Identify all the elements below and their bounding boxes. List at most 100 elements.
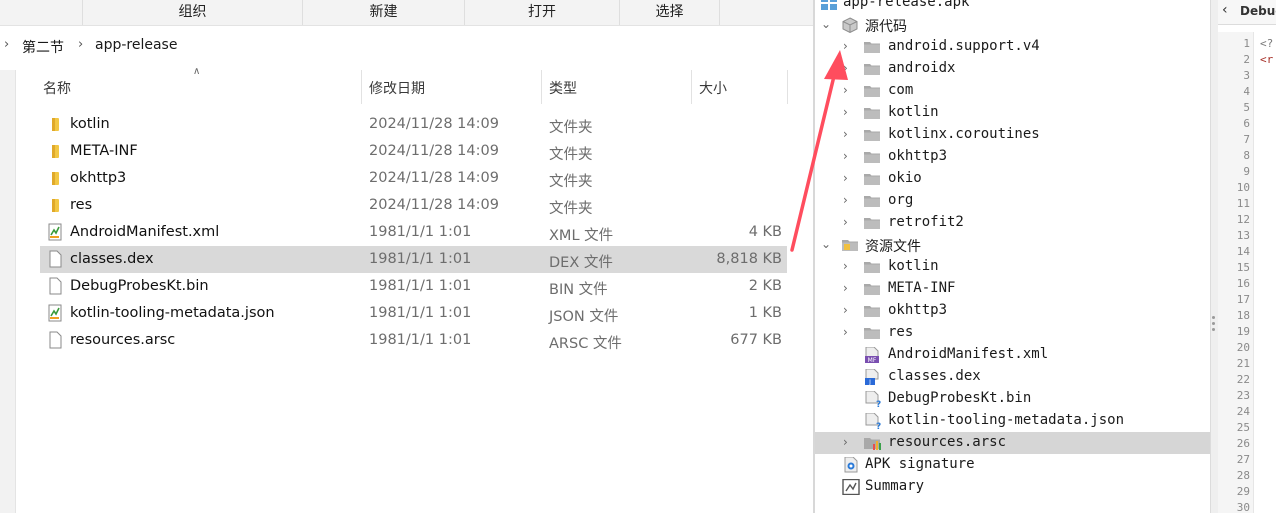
- chevron-right-icon[interactable]: ›: [843, 39, 848, 53]
- tree-node-package[interactable]: › kotlinx.coroutines: [815, 124, 1210, 146]
- ribbon-new-button[interactable]: 新建: [302, 0, 464, 25]
- tree-node-package[interactable]: › okhttp3: [815, 146, 1210, 168]
- chevron-right-icon[interactable]: ›: [78, 37, 83, 52]
- tree-node-source[interactable]: ⌄ 源代码: [815, 14, 1210, 36]
- file-row[interactable]: kotlin 2024/11/28 14:09 文件夹: [40, 111, 787, 138]
- navigation-pane[interactable]: [0, 70, 16, 513]
- chevron-right-icon[interactable]: ›: [843, 149, 848, 163]
- file-type: JSON 文件: [549, 309, 619, 325]
- file-row[interactable]: okhttp3 2024/11/28 14:09 文件夹: [40, 165, 787, 192]
- tree-label: kotlin: [888, 104, 939, 120]
- column-divider[interactable]: [361, 70, 362, 104]
- chevron-right-icon[interactable]: ›: [843, 171, 848, 185]
- tree-node-resources[interactable]: ⌄ 资源文件: [815, 234, 1210, 256]
- tree-node-package[interactable]: › kotlin: [815, 102, 1210, 124]
- unknown-file-icon: ?: [865, 391, 881, 407]
- file-row[interactable]: DebugProbesKt.bin 1981/1/1 1:01 BIN 文件 2…: [40, 273, 787, 300]
- line-number: 27: [1236, 453, 1250, 466]
- tree-node-package[interactable]: › org: [815, 190, 1210, 212]
- line-number: 1: [1243, 37, 1250, 50]
- chevron-right-icon[interactable]: ›: [843, 303, 848, 317]
- chevron-down-icon[interactable]: ⌄: [821, 237, 831, 251]
- file-row[interactable]: kotlin-tooling-metadata.json 1981/1/1 1:…: [40, 300, 787, 327]
- line-number: 29: [1236, 485, 1250, 498]
- tree-node-package[interactable]: › androidx: [815, 58, 1210, 80]
- file-row[interactable]: META-INF 2024/11/28 14:09 文件夹: [40, 138, 787, 165]
- file-modified: 2024/11/28 14:09: [369, 143, 499, 159]
- column-divider[interactable]: [541, 70, 542, 104]
- tree-node-file[interactable]: ? DebugProbesKt.bin: [815, 388, 1210, 410]
- chevron-left-icon[interactable]: ‹: [1222, 2, 1228, 18]
- file-row[interactable]: resources.arsc 1981/1/1 1:01 ARSC 文件 677…: [40, 327, 787, 354]
- column-header-name[interactable]: 名称: [43, 78, 71, 98]
- file-name: res: [70, 197, 93, 213]
- column-divider[interactable]: [691, 70, 692, 104]
- code-line[interactable]: <r: [1260, 53, 1273, 66]
- breadcrumb-item[interactable]: app-release: [95, 37, 177, 53]
- file-type: XML 文件: [549, 228, 614, 244]
- tree-node-package[interactable]: › retrofit2: [815, 212, 1210, 234]
- code-line[interactable]: <?: [1260, 37, 1273, 50]
- column-divider[interactable]: [787, 70, 788, 104]
- code-panel[interactable]: ‹ Debug 12345678910111213141516171819202…: [1218, 0, 1276, 513]
- chevron-right-icon[interactable]: ›: [843, 127, 848, 141]
- tree-node-summary[interactable]: Summary: [815, 476, 1210, 498]
- tree-node-package[interactable]: › okio: [815, 168, 1210, 190]
- line-number: 4: [1243, 85, 1250, 98]
- panel-splitter[interactable]: [1210, 0, 1218, 513]
- tree-node-file-selected[interactable]: › resources.arsc: [815, 432, 1210, 454]
- chevron-right-icon[interactable]: ›: [843, 325, 848, 339]
- tree-root[interactable]: app-release.apk: [815, 0, 1210, 14]
- tree-node-package[interactable]: › android.support.v4: [815, 36, 1210, 58]
- file-row[interactable]: AndroidManifest.xml 1981/1/1 1:01 XML 文件…: [40, 219, 787, 246]
- breadcrumb-item[interactable]: 第二节: [22, 37, 64, 57]
- tree-node-file[interactable]: J classes.dex: [815, 366, 1210, 388]
- tree-node-file[interactable]: MF AndroidManifest.xml: [815, 344, 1210, 366]
- resources-folder-icon: [842, 240, 858, 251]
- chevron-right-icon[interactable]: ›: [843, 105, 848, 119]
- file-name: kotlin-tooling-metadata.json: [70, 305, 275, 321]
- folder-icon: [864, 86, 880, 97]
- chevron-right-icon[interactable]: ›: [843, 435, 848, 449]
- chevron-right-icon[interactable]: ›: [843, 281, 848, 295]
- tree-node-file[interactable]: ? kotlin-tooling-metadata.json: [815, 410, 1210, 432]
- splitter-grip[interactable]: [1212, 328, 1215, 331]
- line-number: 30: [1236, 501, 1250, 513]
- file-name: DebugProbesKt.bin: [70, 278, 209, 294]
- tree-node-resource-folder[interactable]: › okhttp3: [815, 300, 1210, 322]
- tree-node-resource-folder[interactable]: › META-INF: [815, 278, 1210, 300]
- chevron-right-icon[interactable]: ›: [4, 37, 9, 52]
- tree-label: android.support.v4: [888, 38, 1040, 54]
- column-header-modified[interactable]: 修改日期: [369, 78, 425, 98]
- line-number: 26: [1236, 437, 1250, 450]
- chevron-right-icon[interactable]: ›: [843, 215, 848, 229]
- address-bar[interactable]: › 第二节 › app-release: [0, 33, 813, 59]
- chevron-right-icon[interactable]: ›: [843, 61, 848, 75]
- tree-label: META-INF: [888, 280, 956, 296]
- file-modified: 1981/1/1 1:01: [369, 224, 472, 240]
- tree-label: kotlinx.coroutines: [888, 126, 1040, 142]
- file-type: 文件夹: [549, 201, 593, 217]
- column-header-size[interactable]: 大小: [699, 78, 727, 98]
- file-row-selected[interactable]: classes.dex 1981/1/1 1:01 DEX 文件 8,818 K…: [40, 246, 787, 273]
- file-row[interactable]: res 2024/11/28 14:09 文件夹: [40, 192, 787, 219]
- line-number: 10: [1236, 181, 1250, 194]
- chevron-down-icon[interactable]: ⌄: [821, 17, 831, 31]
- column-header-type[interactable]: 类型: [549, 78, 577, 98]
- tree-node-apk-signature[interactable]: APK signature: [815, 454, 1210, 476]
- chevron-right-icon[interactable]: ›: [843, 83, 848, 97]
- tree-node-resource-folder[interactable]: › kotlin: [815, 256, 1210, 278]
- ribbon-organize-button[interactable]: 组织: [82, 0, 302, 25]
- ribbon-select-button[interactable]: 选择: [619, 0, 719, 25]
- project-tree[interactable]: app-release.apk ⌄ 源代码 › android.support.…: [815, 0, 1210, 513]
- tree-node-package[interactable]: › com: [815, 80, 1210, 102]
- file-modified: 1981/1/1 1:01: [369, 332, 472, 348]
- code-tab[interactable]: ‹ Debug: [1218, 0, 1276, 25]
- splitter-grip[interactable]: [1212, 322, 1215, 325]
- tree-node-resource-folder[interactable]: › res: [815, 322, 1210, 344]
- tree-label: okhttp3: [888, 302, 948, 318]
- chevron-right-icon[interactable]: ›: [843, 193, 848, 207]
- splitter-grip[interactable]: [1212, 316, 1215, 319]
- ribbon-open-button[interactable]: 打开: [464, 0, 619, 25]
- chevron-right-icon[interactable]: ›: [843, 259, 848, 273]
